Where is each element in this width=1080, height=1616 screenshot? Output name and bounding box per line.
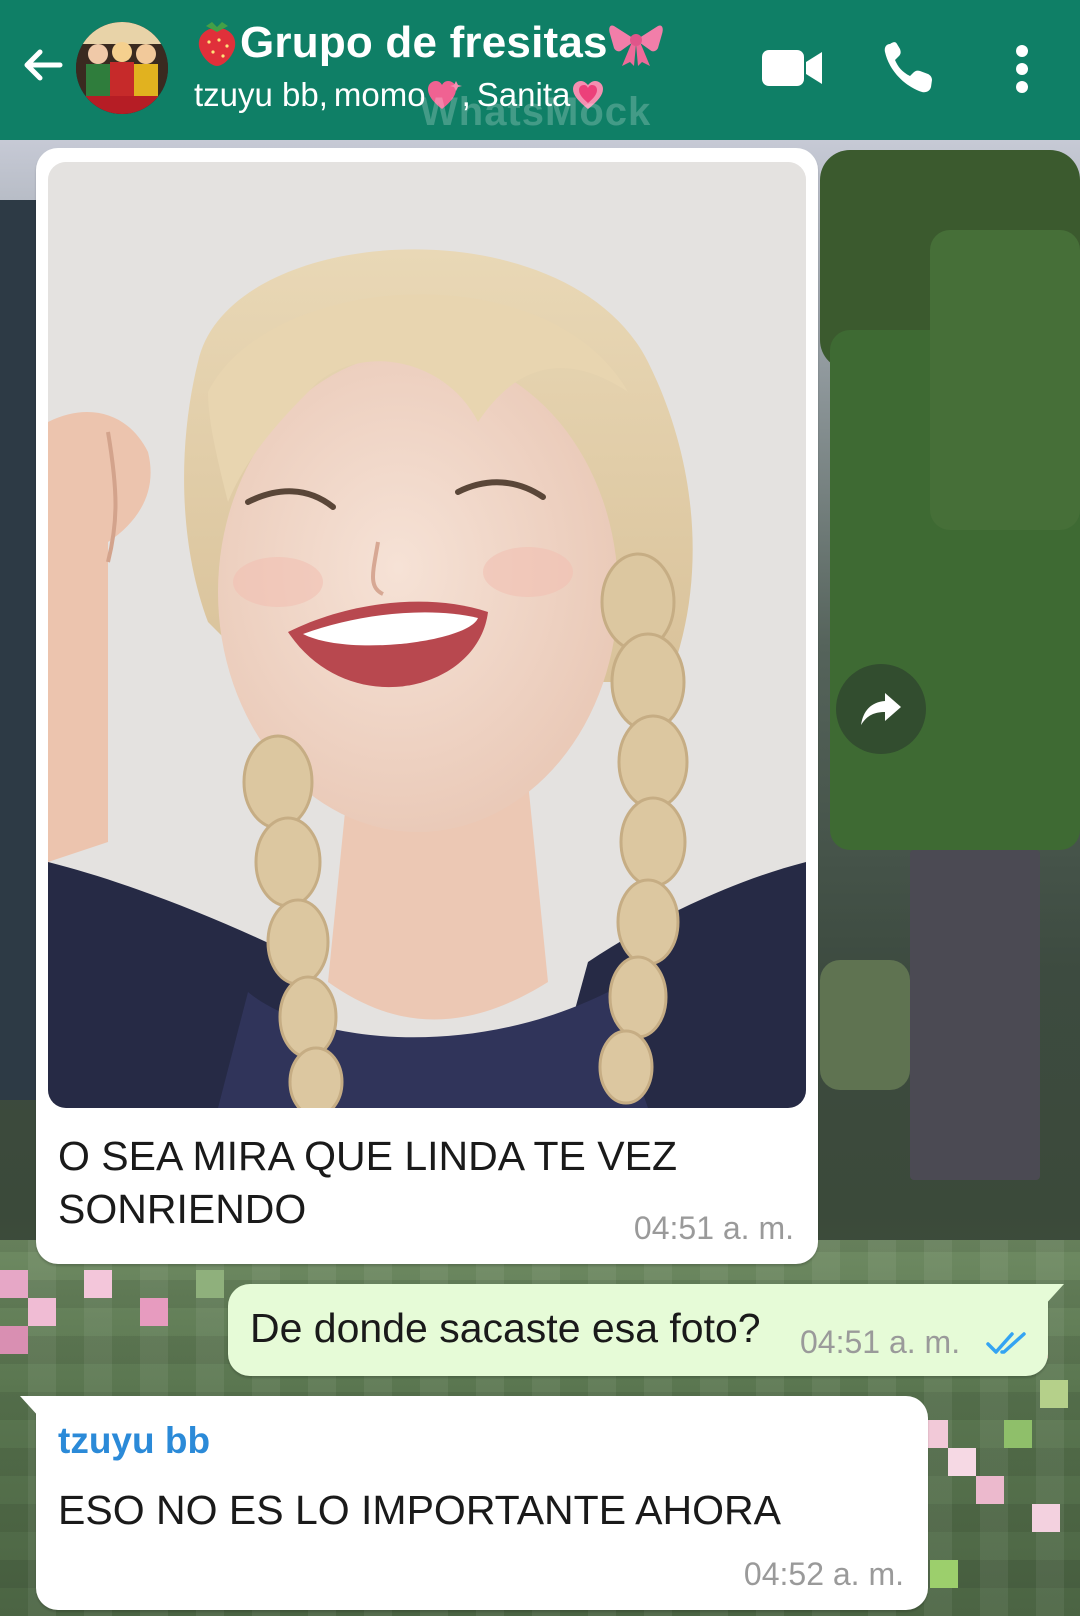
wallpaper-pixel	[1040, 1380, 1068, 1408]
back-arrow-icon[interactable]	[18, 40, 68, 90]
wallpaper-pixel	[948, 1448, 976, 1476]
member-name: tzuyu bb	[194, 76, 319, 113]
wallpaper-tree	[930, 230, 1080, 530]
strawberry-emoji	[198, 22, 236, 66]
wallpaper-pixel	[84, 1270, 112, 1298]
forward-button[interactable]	[836, 664, 926, 754]
wallpaper-tree	[0, 200, 36, 1100]
message-text: ESO NO ES LO IMPORTANTE AHORA	[58, 1487, 781, 1533]
image-caption: O SEA MIRA QUE LINDA TE VEZ SONRIENDO	[58, 1133, 677, 1232]
wallpaper-pixel	[1004, 1420, 1032, 1448]
wallpaper-flowers	[820, 960, 910, 1090]
message-text: De donde sacaste esa foto?	[250, 1305, 761, 1351]
wallpaper-pixel	[140, 1298, 168, 1326]
wallpaper-pixel	[1032, 1504, 1060, 1532]
forward-arrow-icon	[861, 693, 901, 725]
group-avatar-image	[76, 22, 168, 114]
chat-header: Grupo de fresitas tzuyu bb, momo , Sanit…	[0, 0, 1080, 140]
watermark: WhatsMock	[420, 90, 652, 134]
wallpaper-trunk	[910, 850, 1040, 1180]
photo-smiling-woman	[48, 162, 806, 1108]
wallpaper-pixel	[976, 1476, 1004, 1504]
read-double-check-icon	[986, 1332, 1026, 1354]
group-name: Grupo de fresitas	[240, 18, 608, 67]
message-timestamp: 04:51 a. m.	[800, 1324, 961, 1360]
image-message-bubble[interactable]: O SEA MIRA QUE LINDA TE VEZ SONRIENDO 04…	[36, 148, 818, 1264]
wallpaper-pixel	[28, 1298, 56, 1326]
bubble-tail	[1044, 1284, 1064, 1306]
wallpaper-pixel	[0, 1270, 28, 1298]
more-options-icon[interactable]	[1010, 44, 1034, 94]
pink-bow-emoji	[608, 25, 663, 66]
message-timestamp: 04:52 a. m.	[743, 1556, 904, 1592]
outgoing-message-bubble[interactable]: De donde sacaste esa foto? 04:51 a. m.	[228, 1284, 1064, 1376]
incoming-message-bubble[interactable]: tzuyu bb ESO NO ES LO IMPORTANTE AHORA 0…	[20, 1396, 928, 1610]
message-timestamp: 04:51 a. m.	[633, 1210, 794, 1246]
group-avatar[interactable]	[76, 22, 168, 114]
voice-call-icon[interactable]	[882, 40, 934, 96]
wallpaper-pixel	[196, 1270, 224, 1298]
shared-photo[interactable]	[48, 162, 806, 1108]
chat-title[interactable]: Grupo de fresitas	[194, 18, 664, 68]
sender-name[interactable]: tzuyu bb	[58, 1420, 210, 1462]
member-name: momo	[333, 76, 426, 113]
video-call-icon[interactable]	[760, 46, 824, 90]
wallpaper-pixel	[930, 1560, 958, 1588]
bubble-tail	[20, 1396, 40, 1418]
wallpaper-pixel	[0, 1326, 28, 1354]
